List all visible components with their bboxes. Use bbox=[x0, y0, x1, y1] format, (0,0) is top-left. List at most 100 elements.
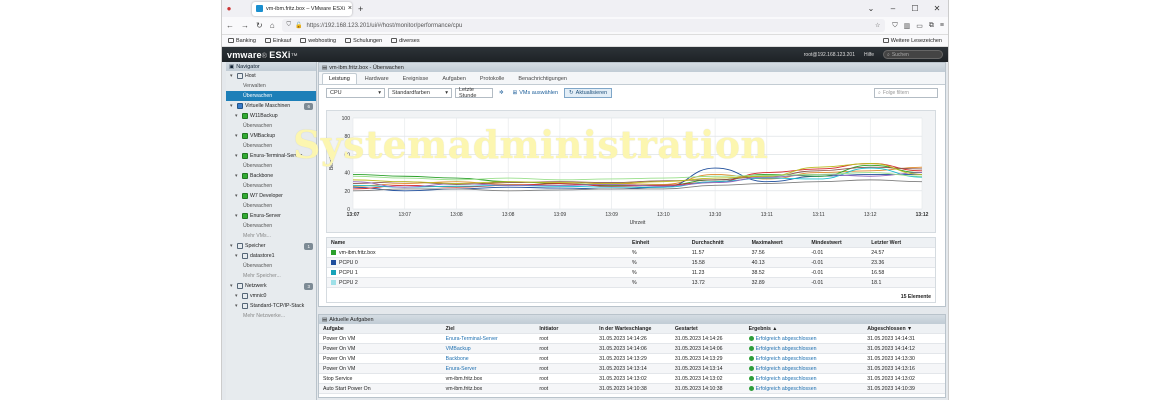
table-row[interactable]: PCPU 1% 11.23 38.52 -0.01 16.58 bbox=[327, 268, 935, 278]
navigator-item[interactable]: ▾ datastore1 bbox=[226, 251, 316, 261]
refresh-button[interactable]: ↻ Aktualisieren bbox=[564, 88, 613, 98]
navigator-item[interactable]: ▾ Virtuelle Maschinen 6 bbox=[226, 101, 316, 111]
address-bar[interactable]: ⛉ 🔓 https://192.168.123.201/ui/#/host/mo… bbox=[281, 19, 886, 32]
series-swatch[interactable] bbox=[331, 249, 336, 255]
chevron-down-icon[interactable]: ▾ bbox=[235, 153, 240, 159]
column-header[interactable]: Durchschnitt bbox=[688, 240, 748, 246]
task-row[interactable]: Auto Start Power On vm-ibm.fritz.box root 3… bbox=[319, 384, 945, 394]
pocket-icon[interactable]: ⛉ bbox=[892, 22, 897, 30]
navigator-item[interactable]: Überwachen bbox=[226, 91, 316, 101]
filter-input[interactable]: ⌕ Folge filtern bbox=[874, 88, 938, 98]
column-header[interactable]: Letzter Wert bbox=[867, 240, 935, 246]
close-tab-icon[interactable]: × bbox=[348, 5, 352, 12]
shield-icon[interactable]: ⛉ bbox=[287, 22, 292, 29]
color-select[interactable]: Standardfarben ▾ bbox=[388, 88, 452, 98]
firefox-menu-icon[interactable]: ● bbox=[222, 0, 236, 17]
table-row[interactable]: vm-ibm.fritz.box% 11.57 37.56 -0.01 24.57 bbox=[327, 248, 935, 258]
task-cell[interactable]: Enura-Terminal-Server bbox=[446, 336, 498, 342]
sidebar-icon[interactable]: ▭ bbox=[916, 22, 923, 30]
task-cell[interactable]: Enura-Server bbox=[446, 366, 477, 372]
navigator-item[interactable]: ▾ Speicher 1 bbox=[226, 241, 316, 251]
navigator-item[interactable]: ▾ W11Backup bbox=[226, 111, 316, 121]
column-header[interactable]: Name bbox=[327, 240, 628, 246]
column-header[interactable]: Initiator bbox=[535, 326, 595, 332]
home-icon[interactable]: ⌂ bbox=[270, 21, 275, 30]
navigator-item[interactable]: Verwalten bbox=[226, 81, 316, 91]
series-swatch[interactable] bbox=[331, 259, 336, 265]
bookmark-webhosting[interactable]: webhosting bbox=[300, 38, 336, 44]
other-bookmarks[interactable]: Weitere Lesezeichen bbox=[882, 38, 942, 44]
navigator-item[interactable]: ▾ Backbone bbox=[226, 171, 316, 181]
bookmark-einkauf[interactable]: Einkauf bbox=[264, 38, 291, 44]
navigator-item[interactable]: Überwachen bbox=[226, 221, 316, 231]
maximize-icon[interactable]: ☐ bbox=[904, 0, 926, 17]
metric-select[interactable]: CPU ▾ bbox=[326, 88, 385, 98]
column-header[interactable]: Abgeschlossen ▼ bbox=[863, 326, 945, 332]
minimize-icon[interactable]: – bbox=[882, 0, 904, 17]
chevron-down-icon[interactable]: ▾ bbox=[235, 173, 240, 179]
column-header[interactable]: In der Warteschlange bbox=[595, 326, 671, 332]
close-window-icon[interactable]: ✕ bbox=[926, 0, 948, 17]
tab-hardware[interactable]: Hardware bbox=[359, 74, 395, 84]
navigator-item[interactable]: Mehr Speicher... bbox=[226, 271, 316, 281]
task-row[interactable]: Stop Service vm-ibm.fritz.box root 31.05.20… bbox=[319, 374, 945, 384]
tab-protokolle[interactable]: Protokolle bbox=[474, 74, 510, 84]
bookmark-diverses[interactable]: diverses bbox=[391, 38, 420, 44]
help-menu[interactable]: Hilfe bbox=[864, 52, 874, 58]
series-swatch[interactable] bbox=[331, 269, 336, 275]
task-row[interactable]: Power On VM VMBackup root 31.05.2023 14:14:… bbox=[319, 344, 945, 354]
back-icon[interactable]: ← bbox=[226, 21, 234, 30]
chevron-down-icon[interactable]: ▾ bbox=[235, 303, 240, 309]
series-swatch[interactable] bbox=[331, 279, 336, 285]
esxi-search-input[interactable]: ⌕ Suchen bbox=[883, 50, 943, 59]
chevron-down-icon[interactable]: ▾ bbox=[230, 283, 235, 289]
navigator-item[interactable]: ▾ W7 Developer bbox=[226, 191, 316, 201]
lock-icon[interactable]: 🔓 bbox=[295, 22, 302, 29]
tab-benachrichtigungen[interactable]: Benachrichtigungen bbox=[512, 74, 573, 84]
bookmark-schulungen[interactable]: Schulungen bbox=[345, 38, 382, 44]
navigator-item[interactable]: ▾ Enura-Server bbox=[226, 211, 316, 221]
navigator-item[interactable]: ▾ vmnic0 bbox=[226, 291, 316, 301]
column-header[interactable]: Maximalwert bbox=[748, 240, 808, 246]
task-row[interactable]: Power On VM Enura-Server root 31.05.2023 14… bbox=[319, 364, 945, 374]
column-header[interactable]: Gestartet bbox=[671, 326, 745, 332]
bookmark-star-icon[interactable]: ☆ bbox=[875, 22, 880, 29]
navigator-item[interactable]: ▾ Netzwerk 3 bbox=[226, 281, 316, 291]
chevron-down-icon[interactable]: ▾ bbox=[235, 293, 240, 299]
column-header[interactable]: Mindestwert bbox=[807, 240, 867, 246]
task-cell[interactable]: VMBackup bbox=[446, 346, 471, 352]
bookmark-banking[interactable]: Banking bbox=[228, 38, 256, 44]
tab-aufgaben[interactable]: Aufgaben bbox=[436, 74, 472, 84]
table-row[interactable]: PCPU 2% 13.72 32.89 -0.01 18.1 bbox=[327, 278, 935, 288]
tab-leistung[interactable]: Leistung bbox=[322, 73, 357, 84]
new-tab-icon[interactable]: + bbox=[358, 4, 363, 14]
reload-icon[interactable]: ↻ bbox=[256, 21, 263, 30]
chevron-down-icon[interactable]: ▾ bbox=[235, 193, 240, 199]
chevron-down-icon[interactable]: ▾ bbox=[230, 73, 235, 79]
navigator-item[interactable]: ▾ Host bbox=[226, 71, 316, 81]
chevron-down-icon[interactable]: ▾ bbox=[230, 243, 235, 249]
chevron-down-icon[interactable]: ▾ bbox=[235, 113, 240, 119]
chevron-down-icon[interactable]: ▾ bbox=[230, 103, 235, 109]
chevron-down-icon[interactable]: ⌄ bbox=[860, 0, 882, 17]
tab-ereignisse[interactable]: Ereignisse bbox=[397, 74, 435, 84]
library-icon[interactable]: ▥ bbox=[904, 22, 911, 30]
forward-icon[interactable]: → bbox=[241, 21, 249, 30]
task-row[interactable]: Power On VM Backbone root 31.05.2023 14:13:… bbox=[319, 354, 945, 364]
user-menu[interactable]: root@192.168.123.201 bbox=[804, 52, 855, 58]
task-cell[interactable]: Backbone bbox=[446, 356, 469, 362]
menu-icon[interactable]: ≡ bbox=[940, 22, 944, 30]
chevron-down-icon[interactable]: ▾ bbox=[235, 133, 240, 139]
column-header[interactable]: Ergebnis ▲ bbox=[745, 326, 864, 332]
select-vms-button[interactable]: ⊞ VMs auswählen bbox=[510, 90, 561, 96]
navigator-item[interactable]: Überwachen bbox=[226, 201, 316, 211]
navigator-item[interactable]: Überwachen bbox=[226, 181, 316, 191]
navigator-item[interactable]: Mehr Netzwerke... bbox=[226, 311, 316, 321]
table-row[interactable]: PCPU 0% 15.58 40.13 -0.01 23.36 bbox=[327, 258, 935, 268]
task-row[interactable]: Power On VM Enura-Terminal-Server root 31.0… bbox=[319, 334, 945, 344]
chevron-down-icon[interactable]: ▾ bbox=[235, 253, 240, 259]
gear-icon[interactable]: ✲ bbox=[496, 90, 507, 96]
chevron-down-icon[interactable]: ▾ bbox=[235, 213, 240, 219]
navigator-item[interactable]: Mehr VMs... bbox=[226, 231, 316, 241]
column-header[interactable]: Aufgabe bbox=[319, 326, 442, 332]
